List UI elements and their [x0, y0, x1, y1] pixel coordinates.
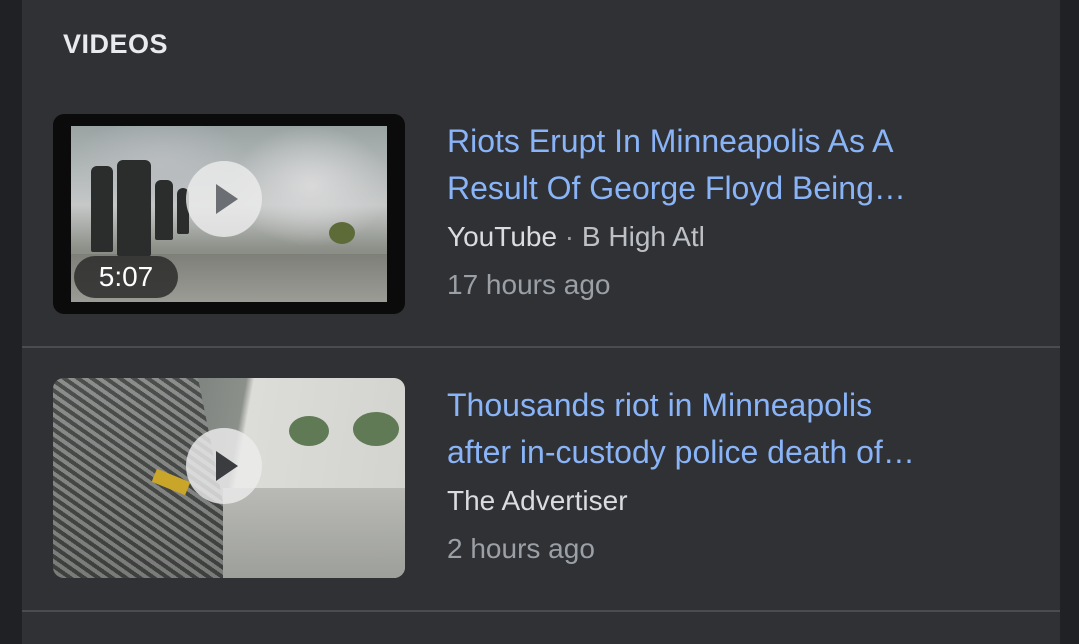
divider [22, 610, 1060, 612]
video-thumbnail[interactable]: 5:07 [53, 114, 405, 314]
video-title-line: Riots Erupt In Minneapolis As A [447, 123, 894, 159]
video-title-line: Result Of George Floyd Being… [447, 170, 906, 206]
video-title-link[interactable]: Riots Erupt In Minneapolis As A Result O… [447, 118, 1007, 212]
video-thumbnail[interactable] [53, 378, 405, 578]
duration-badge: 5:07 [74, 256, 178, 298]
channel-name: B High Atl [581, 221, 705, 252]
video-source: YouTube · B High Atl [447, 221, 705, 253]
section-title: VIDEOS [63, 29, 169, 59]
video-title-line: after in-custody police death of… [447, 434, 915, 470]
video-result[interactable]: 5:07 Riots Erupt In Minneapolis As A Res… [22, 114, 1060, 346]
play-icon[interactable] [186, 161, 262, 237]
divider [22, 346, 1060, 348]
video-result[interactable]: Thousands riot in Minneapolis after in-c… [22, 378, 1060, 610]
source-name: The Advertiser [447, 485, 628, 516]
video-source: The Advertiser [447, 485, 628, 517]
video-title-line: Thousands riot in Minneapolis [447, 387, 873, 423]
video-title-link[interactable]: Thousands riot in Minneapolis after in-c… [447, 382, 1007, 476]
source-name: YouTube [447, 221, 558, 252]
video-timestamp: 17 hours ago [447, 269, 611, 300]
source-separator: · [557, 221, 582, 252]
videos-panel: VIDEOS 5:07 Riots Erupt In Minneapolis A… [22, 0, 1060, 644]
video-timestamp: 2 hours ago [447, 533, 595, 564]
play-icon[interactable] [186, 428, 262, 504]
